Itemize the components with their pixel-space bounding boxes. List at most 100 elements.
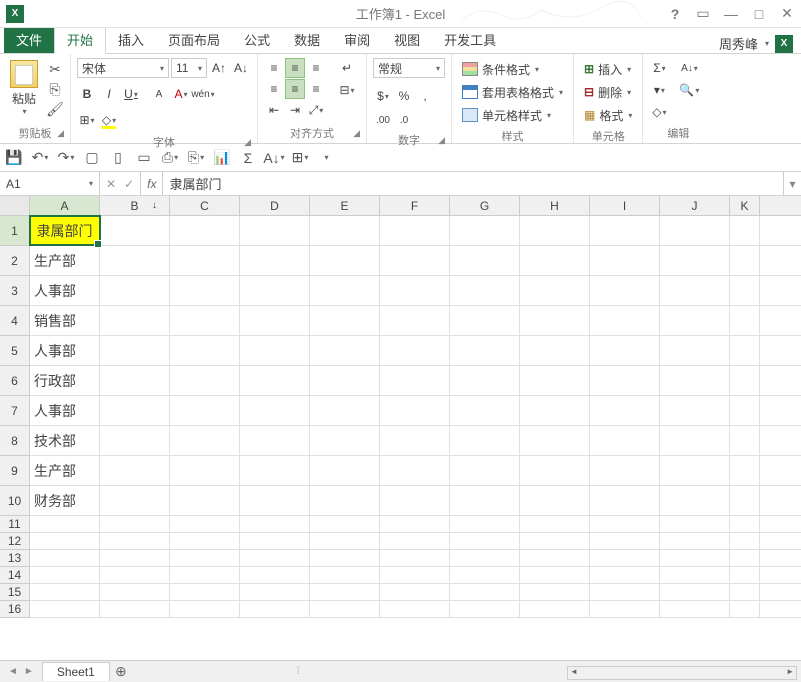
cell[interactable] (100, 516, 170, 532)
format-painter-button[interactable]: 🖌 (46, 100, 64, 118)
cell[interactable] (660, 306, 730, 335)
autosum-button[interactable]: Σ▾ (649, 58, 669, 78)
cell[interactable] (310, 276, 380, 305)
cell[interactable] (170, 516, 240, 532)
cell[interactable] (380, 533, 450, 549)
percent-format-button[interactable]: % (394, 86, 414, 106)
cell[interactable] (100, 533, 170, 549)
cell[interactable] (520, 216, 590, 245)
font-size-select[interactable]: 11▾ (171, 58, 207, 78)
cell[interactable] (730, 276, 760, 305)
cell[interactable] (100, 486, 170, 515)
cell[interactable] (310, 306, 380, 335)
cell[interactable] (450, 533, 520, 549)
cell[interactable] (380, 366, 450, 395)
cell[interactable] (100, 246, 170, 275)
col-header-B[interactable]: B↓ (100, 196, 170, 215)
horizontal-scrollbar[interactable] (567, 666, 797, 680)
cell[interactable] (100, 456, 170, 485)
clear-button[interactable]: ◇▾ (649, 102, 669, 122)
cell[interactable] (310, 426, 380, 455)
save-button[interactable]: 💾 (4, 148, 24, 168)
cell[interactable] (240, 216, 310, 245)
cell[interactable] (660, 276, 730, 305)
cell[interactable] (450, 584, 520, 600)
cell[interactable]: 人事部 (30, 396, 100, 425)
cell[interactable] (170, 456, 240, 485)
col-header-D[interactable]: D (240, 196, 310, 215)
qat-sum-button[interactable]: Σ (238, 148, 258, 168)
cell[interactable] (730, 246, 760, 275)
cell[interactable] (450, 306, 520, 335)
undo-button[interactable]: ↶▾ (30, 148, 50, 168)
cell[interactable] (240, 550, 310, 566)
cell[interactable] (310, 486, 380, 515)
orientation-button[interactable]: ⤢▾ (306, 100, 326, 120)
increase-decimal-button[interactable]: .00 (373, 110, 393, 130)
tab-page-layout[interactable]: 页面布局 (156, 26, 232, 53)
cell[interactable] (170, 533, 240, 549)
row-header[interactable]: 12 (0, 533, 29, 550)
cell[interactable] (590, 306, 660, 335)
cell[interactable] (520, 396, 590, 425)
font-color-button[interactable]: A▾ (171, 84, 191, 104)
cancel-edit-button[interactable]: ✕ (106, 177, 116, 191)
cell[interactable] (660, 396, 730, 425)
cell[interactable] (310, 567, 380, 583)
cell[interactable] (730, 216, 760, 245)
increase-font-button[interactable]: A↑ (209, 58, 229, 78)
cell[interactable] (520, 426, 590, 455)
qat-touch-button[interactable]: ▭ (134, 148, 154, 168)
cell[interactable]: 生产部 (30, 456, 100, 485)
row-header[interactable]: 4 (0, 306, 29, 336)
qat-paste-button[interactable]: ⎙▾ (160, 148, 180, 168)
cell[interactable] (170, 584, 240, 600)
cell[interactable] (310, 550, 380, 566)
ribbon-options-icon[interactable]: ▭ (693, 5, 713, 22)
row-header[interactable]: 11 (0, 516, 29, 533)
row-header[interactable]: 3 (0, 276, 29, 306)
qat-new-button[interactable]: ▢ (82, 148, 102, 168)
row-header[interactable]: 7 (0, 396, 29, 426)
cell[interactable] (730, 584, 760, 600)
cell[interactable] (520, 336, 590, 365)
cell[interactable] (730, 567, 760, 583)
tab-view[interactable]: 视图 (382, 26, 432, 53)
dialog-launcher-icon[interactable]: ◢ (438, 135, 445, 146)
cell[interactable] (590, 246, 660, 275)
tab-formulas[interactable]: 公式 (232, 26, 282, 53)
cell[interactable] (660, 366, 730, 395)
font-name-select[interactable]: 宋体▾ (77, 58, 169, 78)
align-middle-button[interactable]: ≡ (285, 58, 305, 78)
cell[interactable] (170, 366, 240, 395)
cell[interactable] (240, 567, 310, 583)
cell-styles-button[interactable]: 单元格样式▾ (458, 104, 567, 126)
col-header-I[interactable]: I (590, 196, 660, 215)
sheet-nav-next[interactable]: ► (24, 666, 34, 677)
cell[interactable] (170, 601, 240, 617)
cell[interactable] (660, 216, 730, 245)
col-header-F[interactable]: F (380, 196, 450, 215)
row-header[interactable]: 10 (0, 486, 29, 516)
row-header[interactable]: 14 (0, 567, 29, 584)
cell[interactable] (660, 550, 730, 566)
cell[interactable] (660, 456, 730, 485)
cell[interactable] (100, 306, 170, 335)
cell[interactable] (520, 306, 590, 335)
row-header[interactable]: 9 (0, 456, 29, 486)
cell[interactable] (590, 276, 660, 305)
increase-indent-button[interactable]: ⇥ (285, 100, 305, 120)
cell[interactable] (590, 550, 660, 566)
italic-button[interactable]: I (99, 84, 119, 104)
underline-button[interactable]: U▾ (121, 84, 141, 104)
cell[interactable] (100, 366, 170, 395)
cell[interactable] (310, 246, 380, 275)
cell[interactable] (450, 486, 520, 515)
sort-filter-button[interactable]: A↓▾ (679, 58, 699, 78)
cell[interactable] (30, 567, 100, 583)
cell[interactable] (520, 486, 590, 515)
tab-developer[interactable]: 开发工具 (432, 26, 508, 53)
cell[interactable] (170, 567, 240, 583)
cell[interactable] (240, 366, 310, 395)
cell[interactable] (240, 516, 310, 532)
